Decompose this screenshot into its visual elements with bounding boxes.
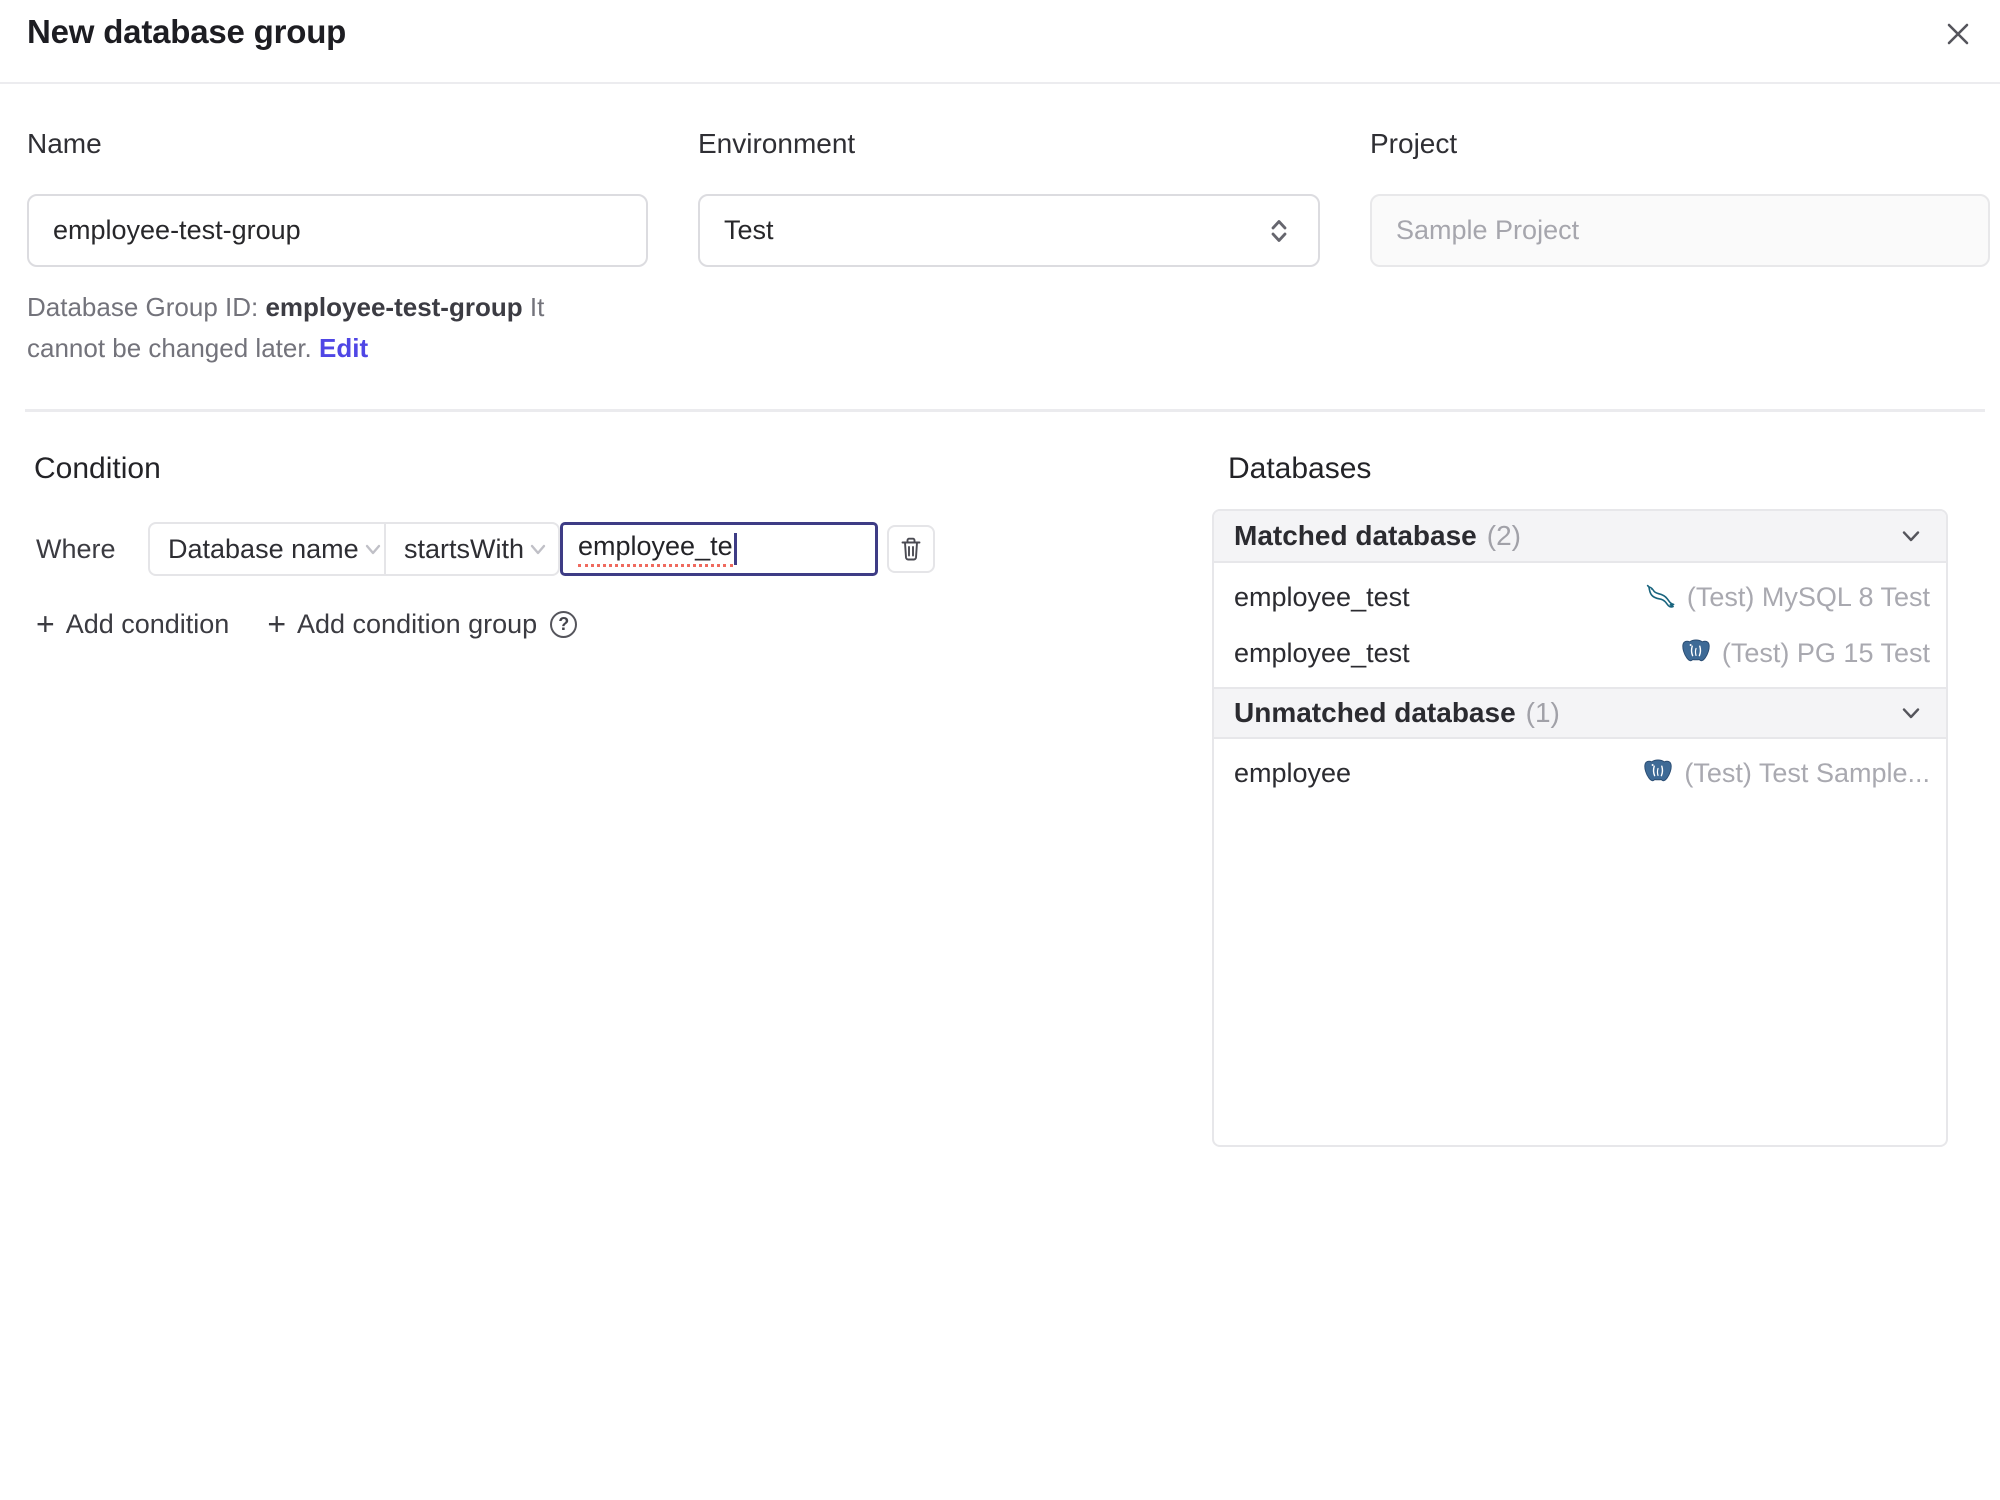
where-label: Where bbox=[36, 533, 116, 564]
postgresql-icon bbox=[1642, 757, 1674, 789]
database-row: employee_test bbox=[1214, 569, 1946, 625]
matched-database-section-header[interactable]: Matched database (2) bbox=[1214, 511, 1946, 563]
condition-heading: Condition bbox=[34, 452, 161, 485]
database-instance-label: (Test) Test Sample... bbox=[1684, 757, 1930, 788]
select-updown-icon bbox=[1264, 216, 1294, 246]
close-icon bbox=[1941, 17, 1975, 51]
condition-operator-select[interactable]: startsWith bbox=[386, 524, 564, 574]
database-row: employee_test bbox=[1214, 625, 1946, 681]
new-database-group-dialog: New database group Name Environment Test… bbox=[0, 0, 2000, 1500]
help-icon[interactable]: ? bbox=[550, 610, 578, 638]
name-label: Name bbox=[27, 128, 102, 159]
database-name: employee bbox=[1234, 757, 1352, 788]
unmatched-database-list: employee (Test) Test Sample... bbox=[1214, 739, 1946, 807]
postgresql-icon bbox=[1680, 637, 1712, 669]
edit-group-id-link[interactable]: Edit bbox=[319, 333, 368, 363]
group-id-value: employee-test-group bbox=[265, 292, 523, 322]
database-name: employee_test bbox=[1234, 581, 1410, 612]
condition-value-text: employee_te bbox=[578, 531, 733, 567]
matched-database-list: employee_test (Test) MySQL 8 Test employ… bbox=[1214, 563, 1946, 687]
condition-operator-value: startsWith bbox=[404, 533, 525, 564]
environment-selected-value: Test bbox=[724, 215, 774, 245]
section-title: Unmatched database bbox=[1234, 697, 1516, 728]
condition-selectors-group: Database name startsWith bbox=[148, 522, 560, 576]
page-title: New database group bbox=[27, 13, 347, 50]
project-input bbox=[1370, 194, 1990, 267]
section-count: (2) bbox=[1486, 520, 1521, 551]
database-instance-label: (Test) MySQL 8 Test bbox=[1686, 581, 1930, 612]
chevron-down-icon bbox=[1896, 698, 1926, 728]
database-instance-label: (Test) PG 15 Test bbox=[1721, 637, 1930, 668]
name-input[interactable] bbox=[27, 194, 648, 267]
condition-row: Where Database name startsWith employee_… bbox=[36, 522, 935, 576]
section-divider bbox=[25, 409, 1985, 412]
add-condition-group-button[interactable]: + Add condition group ? bbox=[267, 606, 578, 642]
database-instance: (Test) PG 15 Test bbox=[1680, 637, 1930, 669]
condition-value-input[interactable]: employee_te bbox=[560, 522, 878, 576]
delete-condition-button[interactable] bbox=[887, 525, 935, 573]
condition-factor-value: Database name bbox=[168, 533, 359, 564]
environment-label: Environment bbox=[698, 128, 856, 159]
text-caret bbox=[733, 533, 737, 565]
database-row: employee (Test) Test Sample... bbox=[1214, 745, 1946, 801]
close-button[interactable] bbox=[1936, 12, 1980, 56]
chevron-down-icon bbox=[359, 535, 387, 563]
section-count: (1) bbox=[1525, 697, 1560, 728]
chevron-down-icon bbox=[1896, 521, 1926, 551]
trash-icon bbox=[896, 534, 926, 564]
plus-icon: + bbox=[267, 606, 286, 642]
group-id-note-prefix: Database Group ID: bbox=[27, 292, 266, 322]
add-condition-button[interactable]: + Add condition bbox=[36, 608, 229, 640]
condition-actions-row: + Add condition + Add condition group ? bbox=[36, 601, 578, 647]
database-instance: (Test) Test Sample... bbox=[1642, 757, 1930, 789]
environment-field-group: Environment Test bbox=[698, 128, 1320, 267]
add-condition-group-label: Add condition group bbox=[297, 608, 538, 639]
section-title: Matched database bbox=[1234, 520, 1477, 551]
condition-factor-select[interactable]: Database name bbox=[150, 524, 386, 574]
databases-heading: Databases bbox=[1228, 452, 1372, 485]
name-field-group: Name bbox=[27, 128, 648, 267]
mysql-icon bbox=[1645, 581, 1677, 613]
add-condition-label: Add condition bbox=[65, 608, 230, 639]
dialog-header: New database group bbox=[0, 0, 2000, 84]
group-id-note: Database Group ID: employee-test-group I… bbox=[27, 287, 575, 369]
chevron-down-icon bbox=[524, 535, 552, 563]
database-instance: (Test) MySQL 8 Test bbox=[1645, 581, 1930, 613]
database-name: employee_test bbox=[1234, 637, 1410, 668]
plus-icon: + bbox=[36, 606, 55, 642]
databases-panel: Matched database (2) employee_test (Test… bbox=[1212, 509, 1948, 1147]
project-label: Project bbox=[1370, 128, 1458, 159]
project-field-group: Project bbox=[1370, 128, 1990, 267]
environment-select[interactable]: Test bbox=[698, 194, 1320, 267]
unmatched-database-section-header[interactable]: Unmatched database (1) bbox=[1214, 687, 1946, 739]
